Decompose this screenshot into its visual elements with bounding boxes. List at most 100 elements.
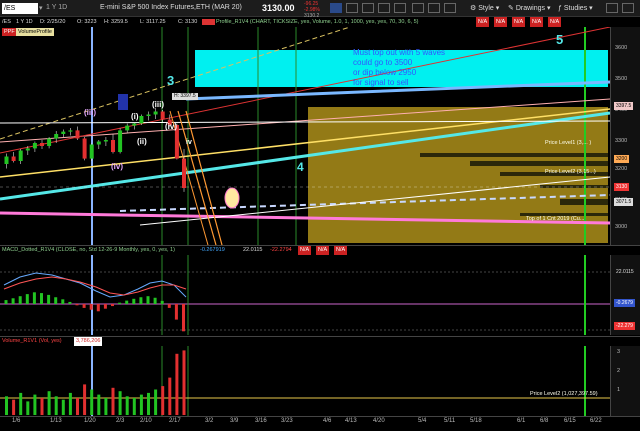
candle-body (40, 143, 44, 146)
flag-icon[interactable] (428, 3, 440, 13)
volume-bar (97, 394, 101, 415)
candle-body (139, 116, 144, 124)
macd-bar (125, 300, 129, 304)
macd-bar (47, 294, 51, 304)
last-price: 3130.00 (262, 3, 295, 13)
profile-study-label[interactable]: Profile_R1V4 (CHART, TICKSIZE, yes, Volu… (216, 17, 418, 27)
symbol-label: /ES (2, 19, 11, 25)
volume-level-label: Price Level2 (1,027,397.59) (530, 391, 598, 397)
price-badge-level: 3071.5 (614, 198, 634, 206)
date-tick: 6/1 (517, 418, 526, 424)
volumeprofile-tag[interactable]: VolumeProfile (16, 28, 54, 36)
volume-bar (54, 396, 58, 415)
price-level2-label: Price Level2 (3,15...) (545, 169, 596, 175)
wave-iv-lower-label: (iv) (111, 162, 123, 171)
candle-body (146, 114, 151, 116)
volume-bar (132, 398, 136, 415)
macd-axis[interactable]: 22.0115 -0.2679 -22.279 (610, 255, 640, 335)
macd-bar (40, 293, 43, 304)
period-label: 1 Y 1D (16, 19, 33, 25)
volume-bar (68, 392, 72, 415)
volume-bar (26, 401, 30, 415)
grid-icon[interactable] (412, 3, 424, 13)
candle-body (160, 111, 165, 120)
annotation-text: Must top out with 5 waves could go to 35… (353, 48, 445, 88)
projection-line-orange (185, 110, 223, 245)
volume-bar (5, 396, 8, 415)
na-badge: N/A (334, 246, 348, 255)
macd-bar (160, 300, 164, 304)
macd-axis-badge: -0.2679 (614, 299, 635, 307)
bar-chart-icon[interactable] (330, 3, 342, 13)
profile-tag-icon[interactable]: PPF (2, 28, 17, 36)
candle-body (4, 156, 9, 164)
date-tick: 3/2 (205, 418, 214, 424)
price-level1-label: Price Level1 (3,... ) (545, 140, 592, 146)
volume-chart[interactable] (0, 346, 640, 416)
pan-icon[interactable] (378, 3, 390, 13)
candle-body (103, 140, 108, 142)
candle-body (75, 130, 80, 139)
macd-bar (89, 304, 93, 310)
macd-value-2: 22.0115 (243, 247, 263, 253)
crosshair-icon[interactable] (362, 3, 374, 13)
candle-body (182, 158, 186, 188)
volume-axis[interactable]: 3 2 1 (610, 346, 640, 416)
date-tick: 6/15 (564, 418, 576, 424)
price-badge-orange: 3200 (614, 155, 630, 163)
date-tick: 4/20 (373, 418, 385, 424)
volume-tick: 3 (617, 349, 621, 355)
volume-bar (83, 384, 87, 415)
studies-menu-label: Studies (563, 5, 588, 12)
high-price-tag: H: 3397.5 (172, 93, 198, 100)
wave-highlight-box (118, 94, 128, 110)
date-tick: 4/13 (345, 418, 357, 424)
link-icon[interactable] (394, 3, 406, 13)
annotation-line: Must top out with 5 waves (353, 48, 446, 57)
study-color-swatch (202, 19, 215, 25)
layout-icon[interactable] (606, 3, 618, 13)
date-axis[interactable]: 1/6 1/13 1/20 2/3 2/10 2/17 3/2 3/9 3/16… (0, 417, 640, 431)
price-axis[interactable]: 3600 3500 3400 3300 3200 3100 3000 3397.… (610, 27, 640, 245)
volume-bar (40, 398, 44, 415)
date-tick: 5/18 (470, 418, 482, 424)
candle-body (68, 130, 73, 132)
settings-icon[interactable] (622, 3, 634, 13)
macd-axis-badge: 22.0115 (614, 268, 636, 276)
macd-label[interactable]: MACD_Dotted_R1V4 (CLOSE, no, Std 12-26-9… (2, 246, 175, 255)
date-tick: 6/22 (590, 418, 602, 424)
symbol-dropdown-icon[interactable]: ▾ (39, 4, 43, 12)
macd-bar (139, 297, 143, 304)
bar-close: C: 3130 (178, 19, 198, 25)
volume-bar (125, 396, 129, 415)
price-badge-high: 3397.5 (614, 102, 634, 110)
volume-tick: 2 (617, 368, 621, 374)
volume-bar (154, 389, 158, 415)
macd-bar (68, 301, 72, 304)
drawings-menu[interactable]: ✎ Drawings ▾ (508, 4, 550, 12)
macd-bar (103, 304, 107, 309)
annotation-line: for signal to sell (353, 78, 409, 87)
volume-label[interactable]: Volume_R1V1 (Vol, yes) (2, 337, 62, 346)
na-badge: N/A (494, 17, 508, 27)
price-chart[interactable] (0, 27, 640, 245)
macd-bar (75, 304, 79, 306)
symbol-input[interactable]: /ES (2, 3, 38, 14)
save-icon[interactable] (444, 3, 456, 13)
price-badge-last: 3130 (614, 183, 630, 191)
style-menu[interactable]: ⚙ Style ▾ (470, 4, 499, 12)
macd-bar (82, 304, 86, 308)
drawings-menu-label: Drawings (515, 5, 545, 12)
date-tick: 3/9 (230, 418, 239, 424)
studies-menu[interactable]: ƒ Studies ▾ (558, 4, 593, 12)
volume-bar (139, 394, 143, 415)
candle-body (25, 148, 30, 151)
period-selector[interactable]: 1 Y 1D (46, 4, 67, 11)
macd-chart[interactable] (0, 255, 640, 335)
price-tick: 3500 (615, 76, 628, 82)
macd-bar (61, 299, 65, 304)
date-tick: 2/10 (140, 418, 152, 424)
volume-bar (168, 377, 172, 415)
wave-iv-label: (iv) (165, 122, 177, 131)
zoom-icon[interactable] (346, 3, 358, 13)
